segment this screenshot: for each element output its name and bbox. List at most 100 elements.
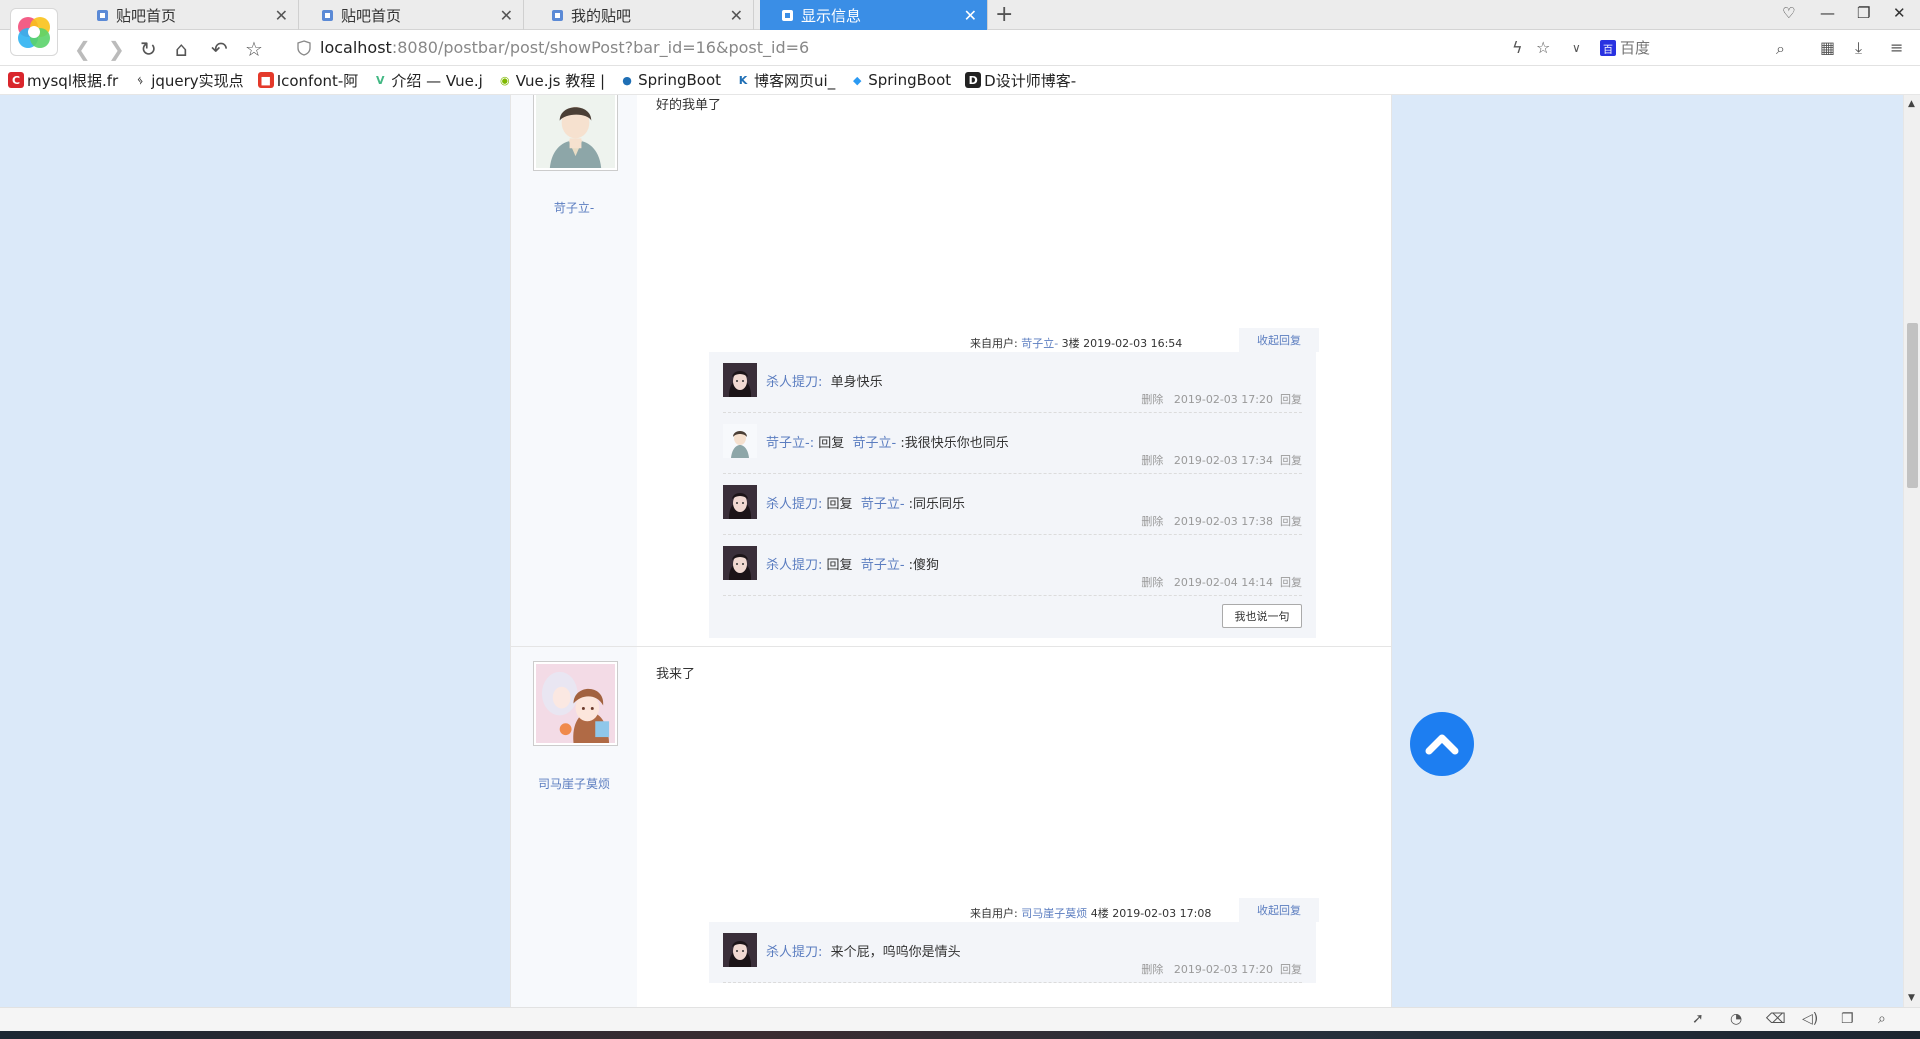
address-bar: ❮ ❯ ↻ ⌂ ↶ ☆ localhost:8080/postbar/post/… — [0, 30, 1920, 66]
sound-icon[interactable]: ◁) — [1802, 1011, 1818, 1027]
search-icon[interactable]: ⌕ — [1776, 39, 1785, 59]
reply-avatar[interactable] — [723, 363, 757, 397]
search-input[interactable] — [1620, 39, 1760, 57]
reply-link[interactable]: 回复 — [1280, 393, 1302, 406]
say-something-button[interactable]: 我也说一句 — [1222, 604, 1302, 628]
download-icon[interactable]: ⤓ — [1855, 38, 1862, 58]
reply-word: 回复 — [826, 497, 853, 512]
tab-my-tieba[interactable]: 我的贴吧 ✕ — [530, 0, 754, 30]
reply-username[interactable]: 杀人提刀: — [766, 497, 822, 512]
reply-target[interactable]: 苛子立- — [861, 497, 905, 512]
bookmark-item[interactable]: ■ Iconfont-阿 — [257, 70, 358, 91]
browser-logo-icon[interactable] — [10, 8, 58, 56]
tab-label: 显示信息 — [801, 6, 862, 25]
meta-floor-time: 3楼 2019-02-03 16:54 — [1058, 337, 1183, 350]
delete-link[interactable]: 删除 — [1141, 963, 1163, 976]
reply-line: 苛子立-: 回复 苛子立- :我很快乐你也同乐 — [766, 432, 1009, 451]
skin-icon[interactable]: ♡ — [1782, 4, 1795, 22]
bookmark-star-icon[interactable]: ☆ — [1536, 38, 1550, 57]
back-to-top-button[interactable] — [1410, 712, 1474, 776]
bookmark-item[interactable]: ᛃ jquery实现点 — [132, 70, 244, 91]
tab-tieba-home-2[interactable]: 贴吧首页 ✕ — [300, 0, 524, 30]
close-window-icon[interactable]: ✕ — [1893, 4, 1906, 22]
tab-tieba-home-1[interactable]: 贴吧首页 ✕ — [75, 0, 299, 30]
post-username[interactable]: 苛子立- — [511, 199, 637, 216]
vertical-scrollbar[interactable]: ▲ ▼ — [1903, 95, 1920, 1007]
scrollbar-thumb[interactable] — [1907, 323, 1918, 488]
favorite-star-icon[interactable]: ☆ — [245, 37, 263, 61]
post-username[interactable]: 司马崖子莫烦 — [511, 775, 637, 792]
search-box[interactable]: 百 ⌕ — [1600, 35, 1785, 61]
bookmark-item[interactable]: D D设计师博客- — [965, 70, 1076, 91]
close-icon[interactable]: ✕ — [500, 6, 513, 25]
meta-floor-time: 4楼 2019-02-03 17:08 — [1087, 907, 1212, 920]
reply-username[interactable]: 杀人提刀: — [766, 558, 822, 573]
reply-username[interactable]: 杀人提刀: — [766, 375, 822, 390]
lightning-icon[interactable]: ϟ — [1512, 38, 1523, 57]
user-avatar[interactable] — [533, 95, 618, 171]
url-field[interactable]: localhost:8080/postbar/post/showPost?bar… — [320, 38, 809, 57]
close-icon[interactable]: ✕ — [964, 6, 977, 25]
bookmark-item[interactable]: Cmysql根据.fr — [8, 70, 118, 91]
zoom-icon[interactable]: ⌕ — [1878, 1011, 1886, 1027]
fold-replies-button[interactable]: 收起回复 — [1239, 328, 1319, 352]
delete-link[interactable]: 删除 — [1141, 454, 1163, 467]
bookmark-item[interactable]: V 介绍 — Vue.j — [372, 70, 483, 91]
reload-icon[interactable]: ↻ — [140, 37, 157, 61]
delete-link[interactable]: 删除 — [1141, 393, 1163, 406]
scroll-down-icon[interactable]: ▼ — [1908, 993, 1915, 1003]
reply-username[interactable]: 杀人提刀: — [766, 945, 822, 960]
scroll-up-icon[interactable]: ▲ — [1908, 99, 1915, 109]
reply-link[interactable]: 回复 — [1280, 963, 1302, 976]
chevron-down-icon[interactable]: ∨ — [1572, 41, 1581, 55]
window-icon[interactable]: ❐ — [1841, 1011, 1854, 1027]
meta-prefix: 来自用户: — [970, 337, 1022, 350]
reply-word: 回复 — [818, 436, 845, 451]
apps-grid-icon[interactable]: ▦ — [1820, 38, 1835, 57]
bookmark-label: 博客网页ui_ — [754, 71, 836, 90]
reply-footer: 删除 2019-02-03 17:20 回复 — [1141, 391, 1302, 407]
meta-user-link[interactable]: 司马崖子莫烦 — [1021, 907, 1087, 920]
bookmark-icon: K — [738, 73, 748, 87]
close-icon[interactable]: ✕ — [730, 6, 743, 25]
reply-footer: 删除 2019-02-03 17:20 回复 — [1141, 961, 1302, 977]
reply-target[interactable]: 苛子立- — [853, 436, 897, 451]
reply-link[interactable]: 回复 — [1280, 454, 1302, 467]
new-tab-icon[interactable]: + — [995, 2, 1013, 27]
forward-icon[interactable]: ❯ — [108, 37, 125, 61]
meta-user-link[interactable]: 苛子立- — [1021, 337, 1058, 350]
user-avatar[interactable] — [533, 661, 618, 746]
bookmark-item[interactable]: ● SpringBoot — [619, 71, 721, 89]
tab-show-info[interactable]: 显示信息 ✕ — [760, 0, 988, 30]
close-icon[interactable]: ✕ — [275, 6, 288, 25]
bookmark-icon: ● — [622, 73, 632, 87]
bookmark-item[interactable]: ◉ Vue.js 教程 | — [497, 70, 605, 91]
bookmark-item[interactable]: K 博客网页ui_ — [735, 70, 835, 91]
menu-icon[interactable]: ≡ — [1890, 38, 1903, 57]
reply-link[interactable]: 回复 — [1280, 515, 1302, 528]
bookmark-icon: V — [376, 73, 385, 87]
url-host: localhost — [320, 38, 392, 57]
fold-replies-button[interactable]: 收起回复 — [1239, 898, 1319, 922]
speed-icon[interactable]: ◔ — [1730, 1011, 1742, 1027]
delete-link[interactable]: 删除 — [1141, 515, 1163, 528]
home-icon[interactable]: ⌂ — [175, 37, 188, 61]
trash-icon[interactable]: ⌫ — [1766, 1011, 1786, 1027]
reply-avatar[interactable] — [723, 424, 757, 458]
delete-link[interactable]: 删除 — [1141, 576, 1163, 589]
reply-target[interactable]: 苛子立- — [861, 558, 905, 573]
reply-link[interactable]: 回复 — [1280, 576, 1302, 589]
tab-label: 贴吧首页 — [116, 6, 177, 25]
reply-username[interactable]: 苛子立-: — [766, 436, 814, 451]
minimize-icon[interactable]: — — [1820, 4, 1835, 22]
bookmark-item[interactable]: ◆ SpringBoot — [849, 71, 951, 89]
undo-icon[interactable]: ↶ — [211, 37, 228, 61]
rocket-icon[interactable]: ➚ — [1692, 1011, 1704, 1027]
restore-icon[interactable]: ❐ — [1857, 4, 1870, 22]
reply-avatar[interactable] — [723, 546, 757, 580]
back-icon[interactable]: ❮ — [74, 37, 91, 61]
reply-time: 2019-02-03 17:34 — [1173, 454, 1273, 467]
reply-avatar[interactable] — [723, 485, 757, 519]
reply-avatar[interactable] — [723, 933, 757, 967]
security-shield-icon[interactable] — [297, 40, 311, 56]
